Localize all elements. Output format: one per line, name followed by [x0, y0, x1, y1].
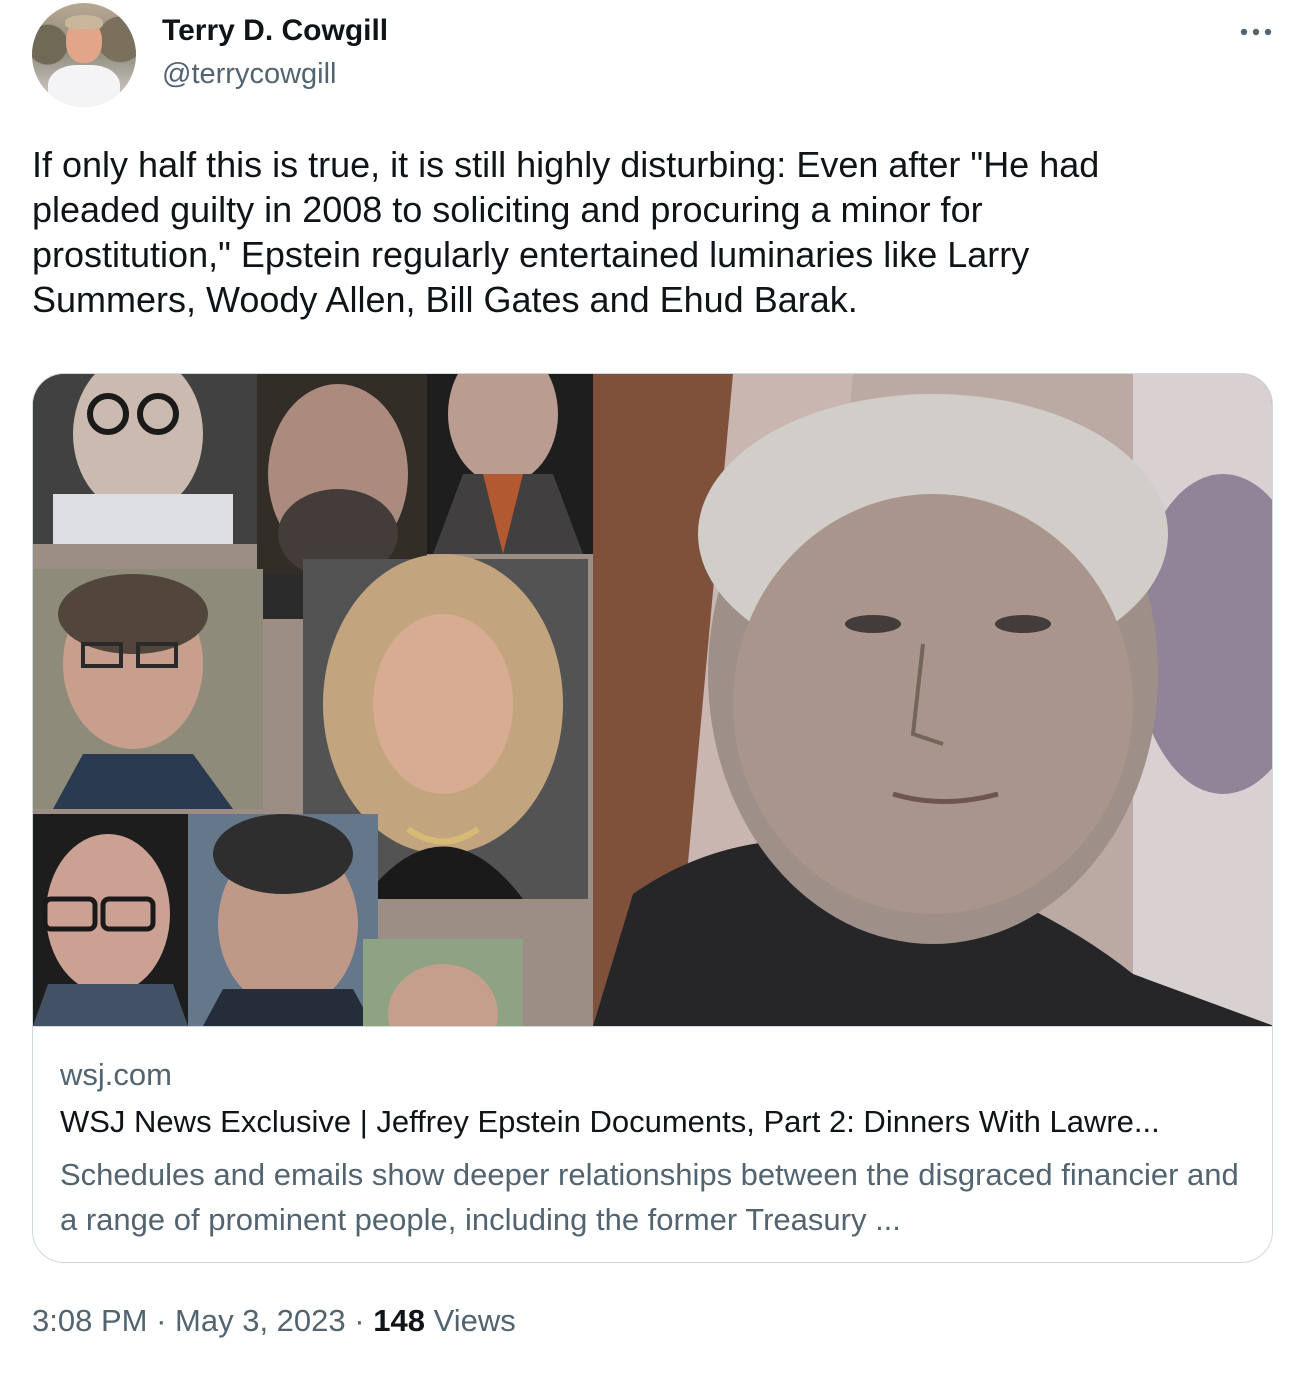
avatar-hair — [65, 15, 103, 29]
avatar[interactable] — [32, 3, 136, 107]
tweet-time[interactable]: 3:08 PM — [32, 1303, 147, 1338]
tweet: Terry D. Cowgill @terrycowgill If only h… — [0, 0, 1308, 1380]
more-options-button[interactable] — [1232, 14, 1280, 50]
tweet-meta: 3:08 PM · May 3, 2023 · 148 Views — [32, 1303, 516, 1339]
card-title[interactable]: WSJ News Exclusive | Jeffrey Epstein Doc… — [60, 1104, 1250, 1140]
link-card[interactable]: wsj.com WSJ News Exclusive | Jeffrey Eps… — [32, 373, 1273, 1263]
card-divider — [33, 1026, 1272, 1027]
card-image[interactable] — [33, 374, 1272, 1026]
card-image-collage — [33, 374, 1272, 1026]
avatar-shirt — [48, 65, 120, 107]
meta-separator: · — [156, 1303, 167, 1338]
author-name[interactable]: Terry D. Cowgill — [162, 14, 388, 48]
more-horizontal-icon — [1240, 28, 1272, 36]
views-count: 148 — [373, 1303, 425, 1338]
card-domain: wsj.com — [60, 1057, 172, 1092]
author-handle[interactable]: @terrycowgill — [162, 58, 336, 91]
tweet-date[interactable]: May 3, 2023 — [175, 1303, 346, 1338]
card-description: Schedules and emails show deeper relatio… — [60, 1157, 1239, 1237]
meta-separator: · — [354, 1303, 365, 1338]
tweet-text: If only half this is true, it is still h… — [32, 144, 1100, 320]
views-label: Views — [433, 1303, 516, 1338]
